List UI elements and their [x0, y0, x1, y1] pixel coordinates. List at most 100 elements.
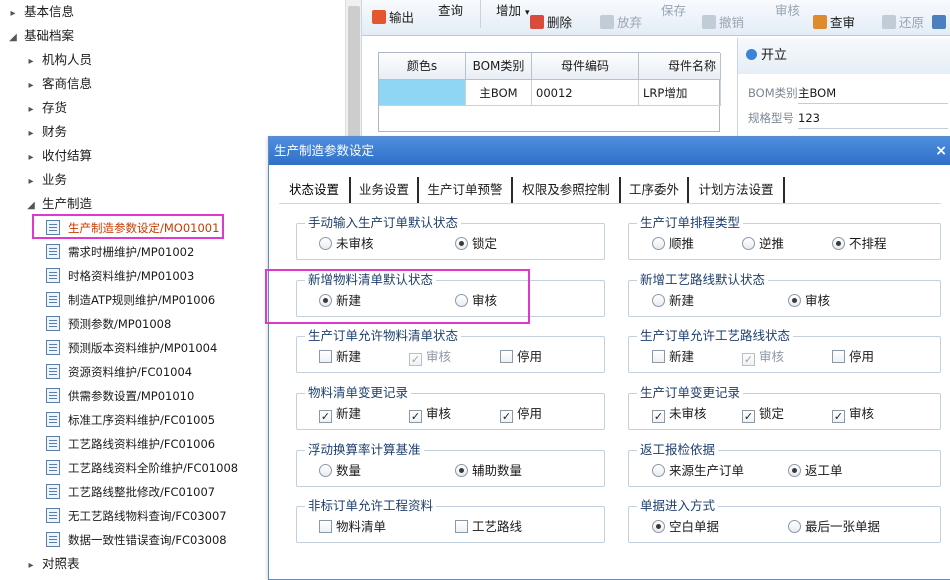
tree-leaf-fc01004[interactable]: 资源资料维护/FC01004: [46, 361, 192, 383]
bom-grid: 颜色s BOM类别 母件编码 母件名称 主BOM 00012 LRP增加: [378, 52, 721, 132]
tree-node-settlement[interactable]: ▸ 收付结算: [24, 145, 92, 167]
dialog-title-bar[interactable]: 生产制造参数设定: [269, 137, 950, 165]
tab-status-settings[interactable]: 状态设置: [279, 177, 351, 203]
grid-header-parent-code[interactable]: 母件编码: [532, 53, 639, 80]
tab-outsourcing[interactable]: 工序委外: [621, 177, 689, 203]
output-button[interactable]: 输出: [372, 0, 414, 36]
radio-aux-quantity[interactable]: 辅助数量: [455, 463, 522, 479]
grid-cell-color[interactable]: [379, 80, 466, 106]
checkbox-empty-icon: [832, 350, 845, 363]
tree-leaf-fc01007[interactable]: 工艺路线整批修改/FC01007: [46, 481, 215, 503]
radio-off-icon: [319, 464, 332, 477]
radio-off-icon: [788, 520, 801, 533]
tree-leaf-fc01008[interactable]: 工艺路线资料全阶维护/FC01008: [46, 457, 238, 479]
save-button[interactable]: 保存: [661, 0, 686, 29]
radio-on-icon: [455, 464, 468, 477]
radio-off-icon: [319, 237, 332, 250]
tree-leaf-fc03007[interactable]: 无工艺路线物料查询/FC03007: [46, 505, 227, 527]
audit-button[interactable]: 审核: [775, 0, 800, 29]
checkbox-routing-new[interactable]: 新建: [652, 349, 694, 365]
properties-panel: 开立 BOM类别主BOM 规格型号 123: [737, 38, 950, 138]
radio-on-icon: [652, 520, 665, 533]
grid-cell-bom-type[interactable]: 主BOM: [466, 80, 532, 106]
tab-planning-method[interactable]: 计划方法设置: [689, 177, 785, 203]
prop-bom-type: BOM类别主BOM: [748, 83, 948, 104]
tree-leaf-mp01008[interactable]: 预测参数/MP01008: [46, 313, 171, 335]
tab-order-warning[interactable]: 生产订单预警: [419, 177, 513, 203]
grid-cell-parent-name[interactable]: LRP增加: [639, 80, 721, 106]
grid-header-bom-type[interactable]: BOM类别: [466, 53, 532, 80]
grid-cell-parent-code[interactable]: 00012: [532, 80, 639, 106]
tree-node-org-personnel[interactable]: ▸ 机构人员: [24, 49, 92, 71]
radio-locked[interactable]: 锁定: [455, 236, 497, 252]
grid-header-parent-name[interactable]: 母件名称: [639, 53, 721, 80]
delete-button[interactable]: 删除: [530, 5, 572, 41]
grid-header-color[interactable]: 颜色s: [379, 53, 466, 80]
check-button[interactable]: 查审: [813, 5, 855, 41]
tab-business-settings[interactable]: 业务设置: [351, 177, 419, 203]
radio-routing-audit[interactable]: 审核: [788, 293, 830, 309]
checkbox-bom[interactable]: 物料清单: [319, 519, 386, 535]
checkbox-audit[interactable]: ✓ 审核: [409, 349, 451, 366]
query-button[interactable]: 查询: [438, 0, 463, 29]
close-icon[interactable]: ×: [935, 137, 947, 165]
chevron-down-icon: ▾: [525, 8, 530, 18]
tree-node-basic-info[interactable]: ▸ 基本信息: [6, 1, 74, 23]
checkbox-checked-icon: ✓: [409, 410, 422, 423]
checkbox-disabled[interactable]: 停用: [500, 349, 542, 365]
document-icon: [46, 388, 60, 403]
document-icon: [46, 244, 60, 259]
checkbox-routing-disabled[interactable]: 停用: [832, 349, 874, 365]
checkbox-order-unaudited[interactable]: ✓ 未审核: [652, 406, 707, 423]
tree-node-mapping-table[interactable]: ▸ 对照表: [24, 553, 79, 575]
tree-node-base-archive[interactable]: ◢ 基础档案: [6, 25, 74, 47]
abandon-button[interactable]: 放弃: [600, 5, 642, 41]
document-icon: [46, 532, 60, 547]
tree-leaf-mp01010[interactable]: 供需参数设置/MP01010: [46, 385, 194, 407]
checkbox-new[interactable]: 新建: [319, 349, 361, 365]
radio-source-order[interactable]: 来源生产订单: [652, 463, 744, 479]
chevron-right-icon: ▸: [28, 176, 34, 187]
revoke-button[interactable]: 撤销: [702, 5, 744, 41]
tree-leaf-mp01006[interactable]: 制造ATP规则维护/MP01006: [46, 289, 215, 311]
checkbox-log-new[interactable]: ✓ 新建: [319, 406, 361, 423]
checkbox-log-audit[interactable]: ✓ 审核: [409, 406, 451, 423]
radio-routing-new[interactable]: 新建: [652, 293, 694, 309]
tree-node-finance[interactable]: ▸ 财务: [24, 121, 67, 143]
radio-off-icon: [652, 464, 665, 477]
tree-leaf-fc01006[interactable]: 工艺路线资料维护/FC01006: [46, 433, 215, 455]
chevron-right-icon: ▸: [28, 80, 34, 91]
checkbox-routing-audit[interactable]: ✓ 审核: [742, 349, 784, 366]
tree-node-business[interactable]: ▸ 业务: [24, 169, 67, 191]
radio-no-schedule[interactable]: 不排程: [832, 236, 887, 252]
tree-leaf-mp01003[interactable]: 时格资料维护/MP01003: [46, 265, 194, 287]
tree-leaf-mp01004[interactable]: 预测版本资料维护/MP01004: [46, 337, 217, 359]
tree-leaf-mp01002[interactable]: 需求时栅维护/MP01002: [46, 241, 194, 263]
radio-quantity[interactable]: 数量: [319, 463, 361, 479]
tree-leaf-fc01005[interactable]: 标准工序资料维护/FC01005: [46, 409, 215, 431]
checkbox-empty-icon: [319, 350, 332, 363]
tab-permission-control[interactable]: 权限及参照控制: [513, 177, 621, 203]
checkbox-routing[interactable]: 工艺路线: [455, 519, 522, 535]
add-button[interactable]: 增加 ▾: [496, 0, 530, 29]
radio-unaudited[interactable]: 未审核: [319, 236, 374, 252]
radio-off-icon: [652, 237, 665, 250]
tree-node-customer-supplier[interactable]: ▸ 客商信息: [24, 73, 92, 95]
radio-rework-order[interactable]: 返工单: [788, 463, 843, 479]
chevron-down-icon: ◢: [9, 32, 17, 43]
restore-button[interactable]: 还原: [882, 5, 924, 41]
revoke-icon: [702, 15, 716, 29]
radio-blank-doc[interactable]: 空白单据: [652, 519, 719, 535]
tree-leaf-fc03008[interactable]: 数据一致性错误查询/FC03008: [46, 529, 227, 551]
tree-node-manufacturing[interactable]: ◢ 生产制造: [24, 193, 92, 215]
radio-forward[interactable]: 顺推: [652, 236, 694, 252]
checkbox-log-disabled[interactable]: ✓ 停用: [500, 406, 542, 423]
checkbox-order-audit[interactable]: ✓ 审核: [832, 406, 874, 423]
check-icon: [813, 15, 827, 29]
checkbox-checked-icon: ✓: [409, 353, 422, 366]
radio-backward[interactable]: 逆推: [742, 236, 784, 252]
tree-node-inventory[interactable]: ▸ 存货: [24, 97, 67, 119]
checkbox-checked-icon: ✓: [652, 410, 665, 423]
radio-last-doc[interactable]: 最后一张单据: [788, 519, 880, 535]
checkbox-order-locked[interactable]: ✓ 锁定: [742, 406, 784, 423]
